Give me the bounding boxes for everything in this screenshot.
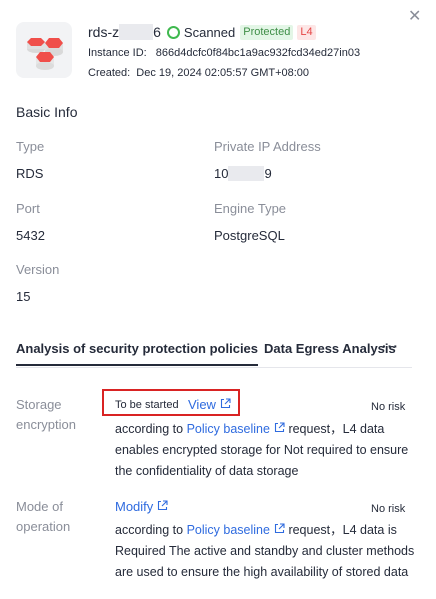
external-link-icon	[157, 499, 168, 514]
instance-id-row: Instance ID: 866d4dcfc0f84bc1a9ac932fcd3…	[88, 47, 360, 59]
engine-type-label: Engine Type	[214, 201, 287, 216]
more-tabs-icon[interactable]: ···	[382, 338, 399, 354]
storage-encryption-risk: No risk	[371, 401, 406, 413]
database-stack-icon	[16, 22, 72, 78]
external-link-icon	[274, 520, 285, 541]
mode-of-operation-label: Mode of operation	[16, 499, 71, 534]
created-label: Created:	[88, 67, 131, 79]
modify-link[interactable]: Modify	[115, 499, 168, 514]
basic-info-title: Basic Info	[16, 104, 78, 120]
description-prefix: according to	[115, 523, 187, 537]
type-value: RDS	[16, 166, 44, 181]
port-label: Port	[16, 201, 40, 216]
type-label: Type	[16, 139, 45, 154]
created-value: Dec 19, 2024 02:05:57 GMT+08:00	[136, 67, 310, 79]
policy-baseline-link[interactable]: Policy baseline	[187, 422, 270, 436]
policy-tabs: Analysis of security protection policies…	[16, 341, 412, 368]
highlight-box	[102, 389, 240, 416]
level-badge: L4	[297, 24, 316, 40]
private-ip-suffix: 9	[264, 166, 272, 181]
tab-security-protection-policies[interactable]: Analysis of security protection policies	[16, 341, 259, 366]
mode-of-operation-description: according to Policy baseline request，L4 …	[115, 520, 415, 583]
scanned-status-icon	[166, 25, 180, 39]
policy-baseline-link[interactable]: Policy baseline	[187, 523, 270, 537]
scan-status: Scanned	[183, 24, 236, 40]
instance-name-row: rds-z 6 Scanned Protected L4	[88, 22, 320, 42]
instance-id-value: 866d4dcfc0f84bc1a9ac932fcd34ed27in03	[155, 47, 361, 59]
private-ip-value: 10 9	[214, 166, 272, 181]
engine-type-value: PostgreSQL	[214, 228, 285, 243]
created-row: Created: Dec 19, 2024 02:05:57 GMT+08:00	[88, 67, 309, 79]
instance-name-prefix: rds-z	[88, 24, 120, 40]
instance-id-label: Instance ID:	[88, 47, 147, 59]
description-prefix: according to	[115, 422, 187, 436]
protected-badge: Protected	[240, 24, 294, 40]
masked-ip	[228, 166, 265, 181]
masked-name	[119, 24, 154, 40]
storage-encryption-label: Storage encryption	[16, 397, 76, 432]
port-value: 5432	[16, 228, 45, 243]
version-label: Version	[16, 262, 60, 277]
tab-data-egress-analysis[interactable]: Data Egress Analysis	[264, 341, 396, 364]
storage-encryption-description: according to Policy baseline request，L4 …	[115, 419, 415, 482]
external-link-icon	[274, 419, 285, 440]
version-value: 15	[16, 289, 31, 304]
private-ip-prefix: 10	[214, 166, 229, 181]
mode-of-operation-risk: No risk	[371, 503, 406, 515]
close-icon[interactable]: ✕	[408, 9, 421, 25]
instance-name-suffix: 6	[153, 24, 161, 40]
modify-link-label: Modify	[115, 499, 154, 514]
private-ip-label: Private IP Address	[214, 139, 321, 154]
